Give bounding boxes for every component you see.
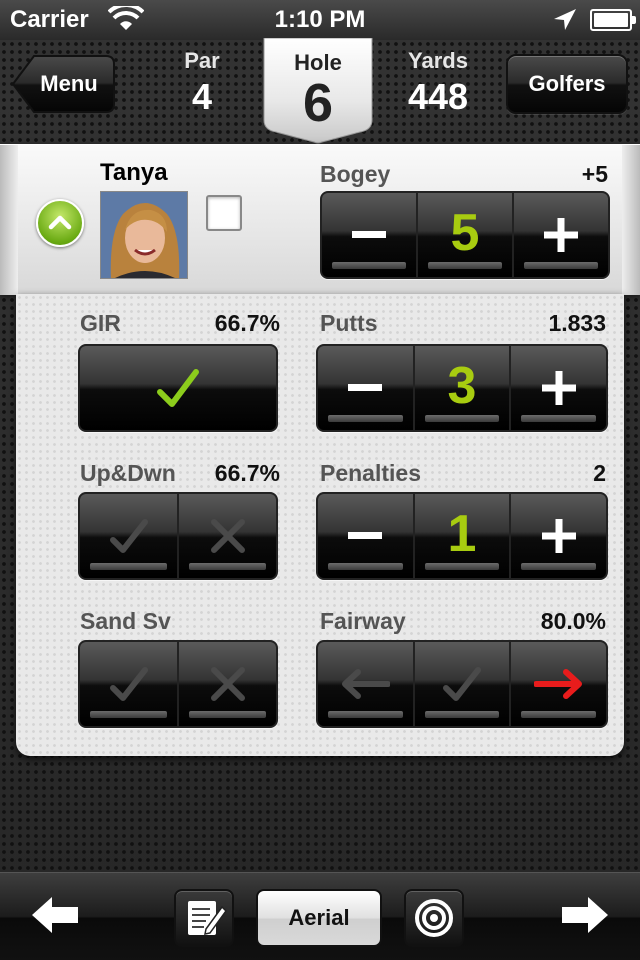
strokes-decrement-button[interactable] — [322, 193, 418, 277]
plus-icon — [541, 371, 576, 405]
gir-hit-button[interactable] — [80, 346, 276, 430]
hole-badge: Hole 6 — [262, 38, 374, 144]
arrow-right-icon — [533, 669, 582, 699]
checkmark-icon — [109, 667, 148, 701]
golfer-avatar[interactable] — [100, 191, 188, 279]
putts-decrement-button[interactable] — [318, 346, 415, 430]
menu-label: Menu — [40, 71, 98, 96]
yards-label: Yards — [408, 48, 468, 73]
updown-toggle — [78, 492, 278, 580]
penalties-increment-button[interactable] — [511, 494, 606, 578]
previous-hole-arrow-icon[interactable] — [30, 895, 80, 935]
yards-display: Yards 448 — [386, 48, 490, 118]
plus-icon — [541, 519, 576, 553]
sandsave-made-button[interactable] — [80, 642, 179, 726]
golfer-photo — [101, 192, 187, 278]
location-arrow-icon — [554, 9, 576, 30]
minus-icon — [352, 231, 386, 238]
fairway-label: Fairway — [320, 608, 406, 634]
target-icon — [415, 899, 453, 937]
sandsave-label: Sand Sv — [80, 608, 171, 634]
penalties-label: Penalties — [320, 460, 421, 486]
notes-button[interactable] — [174, 889, 234, 947]
par-display: Par 4 — [150, 48, 254, 118]
arrow-left-icon — [342, 669, 391, 699]
gir-value: 66.7% — [214, 310, 280, 336]
updown-label: Up&Dwn — [80, 460, 176, 486]
sandsave-missed-button[interactable] — [179, 642, 276, 726]
checkmark-icon — [109, 519, 148, 553]
golfers-button[interactable]: Golfers — [506, 54, 628, 114]
status-bar: Carrier 1:10 PM — [0, 0, 640, 40]
fairway-value: 80.0% — [540, 608, 606, 634]
gir-label: GIR — [80, 310, 121, 336]
updown-value: 66.7% — [214, 460, 280, 486]
strokes-value-display: 5 — [418, 193, 514, 277]
putts-stepper: 3 — [316, 344, 608, 432]
fairway-selector — [316, 640, 608, 728]
penalties-value: 2 — [593, 460, 606, 486]
putts-value: 1.833 — [548, 310, 606, 336]
penalties-stepper: 1 — [316, 492, 608, 580]
stats-panel: GIR 66.7% Putts 1.833 3 Up&Dwn 66.7% Pen… — [16, 294, 624, 756]
strokes-count: 5 — [450, 204, 480, 262]
checkmark-icon — [157, 369, 199, 407]
card-edge-left — [0, 145, 18, 295]
strokes-increment-button[interactable] — [514, 193, 608, 277]
card-edge-right — [622, 145, 640, 295]
fairway-miss-right-button[interactable] — [511, 642, 606, 726]
notepad-pencil-icon — [188, 901, 227, 935]
menu-button[interactable]: Menu — [12, 54, 116, 114]
penalties-value-display: 1 — [414, 494, 512, 578]
collapse-toggle-button[interactable] — [36, 199, 84, 247]
chevron-up-icon — [48, 215, 72, 230]
score-to-par: +5 — [581, 161, 608, 187]
putts-label: Putts — [320, 310, 378, 336]
putts-value-display: 3 — [414, 346, 512, 430]
hole-number: 6 — [302, 73, 334, 133]
strokes-stepper: 5 — [320, 191, 610, 279]
bottom-toolbar: Aerial — [0, 872, 640, 960]
x-icon — [210, 519, 245, 553]
golfer-select-checkbox[interactable] — [206, 195, 242, 231]
minus-icon — [348, 384, 383, 391]
minus-icon — [348, 532, 383, 539]
battery-icon — [590, 9, 636, 31]
putts-increment-button[interactable] — [511, 346, 606, 430]
score-name-label: Bogey — [320, 161, 391, 187]
gir-toggle — [78, 344, 278, 432]
next-hole-arrow-icon[interactable] — [560, 895, 610, 935]
fairway-hit-button[interactable] — [414, 642, 512, 726]
par-value: 4 — [191, 76, 213, 117]
x-icon — [210, 667, 245, 701]
putts-count: 3 — [447, 357, 477, 415]
clock: 1:10 PM — [274, 6, 366, 33]
updown-made-button[interactable] — [80, 494, 179, 578]
golfer-name: Tanya — [100, 159, 168, 186]
checkmark-icon — [443, 667, 481, 701]
updown-missed-button[interactable] — [179, 494, 276, 578]
plus-icon — [544, 218, 578, 252]
penalties-decrement-button[interactable] — [318, 494, 415, 578]
target-button[interactable] — [404, 889, 464, 947]
fairway-miss-left-button[interactable] — [318, 642, 415, 726]
aerial-view-button[interactable]: Aerial — [256, 889, 382, 947]
penalties-count: 1 — [447, 505, 477, 563]
hole-header: Menu Par 4 Hole 6 Yards 448 Golfers — [0, 38, 640, 144]
golfer-card: Tanya Bogey +5 5 — [0, 144, 640, 295]
par-label: Par — [184, 48, 220, 73]
sandsave-toggle — [78, 640, 278, 728]
yards-value: 448 — [407, 76, 469, 117]
